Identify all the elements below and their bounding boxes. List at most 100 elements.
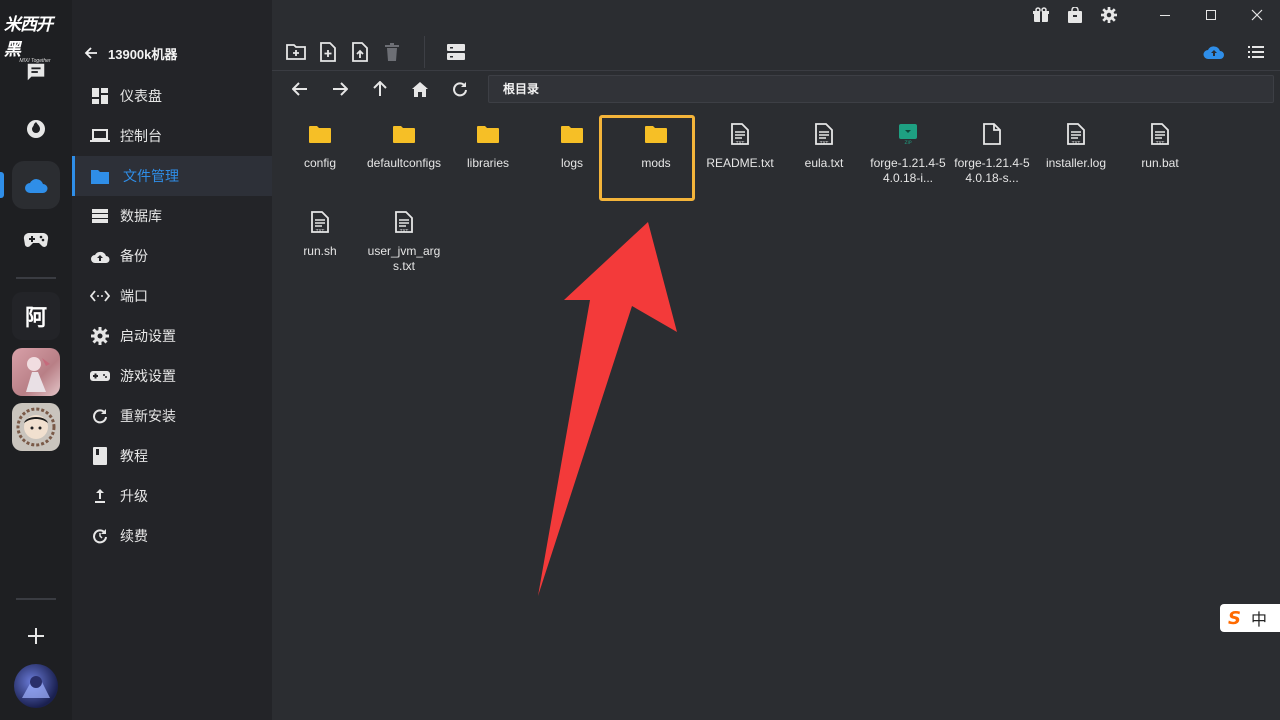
folder-icon (476, 122, 500, 146)
sidebar-item-label: 教程 (120, 448, 148, 464)
chat-icon[interactable] (12, 48, 60, 96)
sidebar-item-upgrade[interactable]: 升级 (72, 476, 272, 516)
laptop-icon (90, 126, 110, 146)
server-sidebar: 13900k机器 仪表盘 控制台 文件管理 数据库 备份 端口 启动设置 游戏设… (72, 0, 272, 720)
delete-icon[interactable] (380, 40, 404, 64)
path-field[interactable]: 根目录 (488, 75, 1274, 103)
file-name: forge-1.21.4-54.0.18-s... (954, 156, 1030, 185)
shopping-bag-icon[interactable] (1058, 0, 1092, 30)
ime-logo: S (1228, 607, 1241, 629)
folder-icon (308, 122, 332, 146)
sidebar-item-console[interactable]: 控制台 (72, 116, 272, 156)
svg-text:TXT: TXT (315, 229, 325, 234)
forward-icon[interactable] (328, 77, 352, 101)
file-item-folder[interactable]: libraries (446, 112, 530, 198)
upgrade-icon (90, 486, 110, 506)
toolbar-divider (272, 70, 1280, 71)
ime-mode: 中 (1250, 612, 1267, 629)
sidebar-item-file-manager[interactable]: 文件管理 (72, 156, 272, 196)
file-item-zip[interactable]: ZIP forge-1.21.4-54.0.18-i... (866, 112, 950, 198)
sidebar-item-game-settings[interactable]: 游戏设置 (72, 356, 272, 396)
server-storage-icon[interactable] (444, 40, 468, 64)
add-server-icon[interactable] (12, 612, 60, 660)
file-item-generic[interactable]: forge-1.21.4-54.0.18-s... (950, 112, 1034, 198)
text-file-icon: TXT (1148, 122, 1172, 146)
cloud-sync-icon[interactable] (1202, 40, 1226, 64)
file-item-txt[interactable]: TXT eula.txt (782, 112, 866, 198)
flame-icon[interactable] (12, 104, 60, 152)
file-icon (980, 122, 1004, 146)
file-item-folder[interactable]: config (278, 112, 362, 198)
upload-file-icon[interactable] (348, 40, 372, 64)
new-folder-icon[interactable] (284, 40, 308, 64)
sidebar-item-database[interactable]: 数据库 (72, 196, 272, 236)
app-logo: 米西开黑 MIXI Together (4, 10, 66, 64)
gift-icon[interactable] (1024, 0, 1058, 30)
file-name: libraries (466, 156, 509, 170)
file-item-txt[interactable]: TXT installer.log (1034, 112, 1118, 198)
list-view-icon[interactable] (1244, 40, 1268, 64)
file-name: run.bat (1141, 156, 1179, 170)
rail-divider-bottom (16, 598, 56, 600)
sidebar-item-dashboard[interactable]: 仪表盘 (72, 76, 272, 116)
file-name: config (303, 156, 337, 170)
text-file-icon: TXT (392, 210, 416, 234)
text-file-icon: TXT (812, 122, 836, 146)
sidebar-item-renew[interactable]: 续费 (72, 516, 272, 556)
minimize-button[interactable] (1142, 0, 1188, 30)
svg-text:TXT: TXT (399, 229, 409, 234)
title-bar (1024, 0, 1280, 30)
file-item-txt[interactable]: TXT user_jvm_args.txt (362, 200, 446, 286)
server-avatar-character[interactable] (12, 403, 60, 451)
refresh-path-icon[interactable] (448, 77, 472, 101)
file-item-txt[interactable]: TXT run.bat (1118, 112, 1202, 198)
text-file-icon: TXT (1064, 122, 1088, 146)
sidebar-item-label: 端口 (120, 288, 148, 304)
file-name: defaultconfigs (366, 156, 442, 170)
rail-divider (16, 277, 56, 279)
sidebar-item-label: 控制台 (120, 128, 162, 144)
database-icon (90, 206, 110, 226)
folder-icon (560, 122, 584, 146)
mods-highlight-box (599, 115, 695, 201)
archive-file-icon: ZIP (896, 122, 920, 146)
sidebar-item-backup[interactable]: 备份 (72, 236, 272, 276)
close-button[interactable] (1234, 0, 1280, 30)
ime-indicator[interactable]: S 中 (1220, 604, 1280, 632)
up-icon[interactable] (368, 77, 392, 101)
svg-text:TXT: TXT (1155, 141, 1165, 146)
file-name: forge-1.21.4-54.0.18-i... (870, 156, 946, 185)
sidebar-item-label: 重新安装 (120, 408, 176, 424)
back-arrow-icon[interactable] (84, 46, 98, 60)
settings-icon[interactable] (1092, 0, 1126, 30)
file-item-txt[interactable]: TXT run.sh (278, 200, 362, 286)
server-avatar-text[interactable]: 阿 (12, 292, 60, 340)
file-manager-main: 根目录 config defaultconfigs libraries logs… (272, 0, 1280, 720)
file-item-txt[interactable]: TXT README.txt (698, 112, 782, 198)
svg-text:ZIP: ZIP (904, 140, 911, 145)
back-header[interactable]: 13900k机器 (84, 38, 177, 68)
cloud-icon[interactable] (12, 161, 60, 209)
sidebar-item-label: 文件管理 (123, 168, 179, 184)
folder-icon (90, 166, 110, 186)
home-icon[interactable] (408, 77, 432, 101)
sidebar-item-tutorial[interactable]: 教程 (72, 436, 272, 476)
user-avatar[interactable] (14, 664, 58, 708)
gamepad-icon[interactable] (12, 216, 60, 264)
folder-icon (392, 122, 416, 146)
controller-icon (90, 366, 110, 386)
maximize-button[interactable] (1188, 0, 1234, 30)
port-icon (90, 286, 110, 306)
file-name: installer.log (1045, 156, 1107, 170)
file-item-folder[interactable]: defaultconfigs (362, 112, 446, 198)
sidebar-item-startup-settings[interactable]: 启动设置 (72, 316, 272, 356)
file-name: run.sh (303, 244, 337, 258)
sidebar-item-label: 备份 (120, 248, 148, 264)
new-file-icon[interactable] (316, 40, 340, 64)
back-icon[interactable] (288, 77, 312, 101)
svg-text:TXT: TXT (1071, 141, 1081, 146)
server-avatar-anime[interactable] (12, 348, 60, 396)
sidebar-item-port[interactable]: 端口 (72, 276, 272, 316)
sidebar-item-reinstall[interactable]: 重新安装 (72, 396, 272, 436)
refresh-icon (90, 406, 110, 426)
